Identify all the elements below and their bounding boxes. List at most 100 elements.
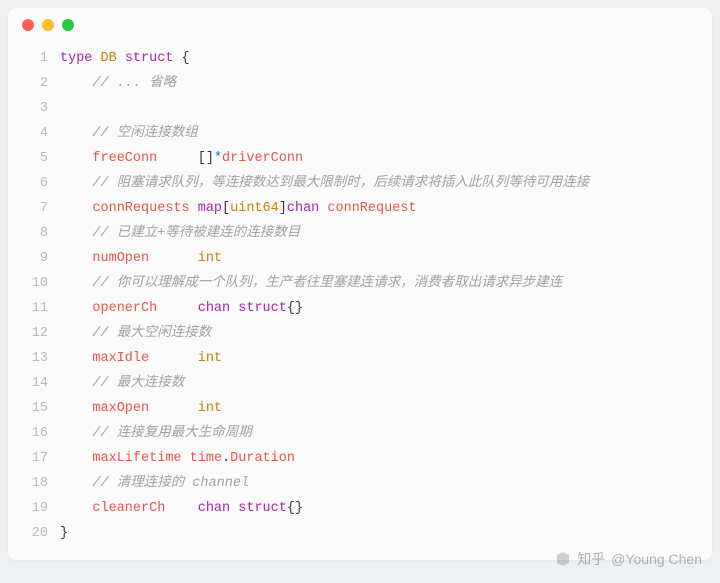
token-star: * [214, 151, 222, 166]
token-ident: connRequests [92, 201, 189, 216]
token-plain [60, 276, 92, 291]
window-titlebar [8, 8, 712, 42]
code-line: 17 maxLifetime time.Duration [8, 446, 712, 471]
token-ident: freeConn [92, 151, 157, 166]
token-plain [60, 376, 92, 391]
token-plain [117, 51, 125, 66]
token-plain [190, 201, 198, 216]
line-content: maxOpen int [60, 396, 712, 421]
line-number: 10 [8, 271, 60, 296]
token-plain [60, 326, 92, 341]
token-comment: // 你可以理解成一个队列，生产者往里塞建连请求，消费者取出请求异步建连 [92, 276, 562, 291]
line-content: openerCh chan struct{} [60, 296, 712, 321]
token-ident: cleanerCh [92, 501, 165, 516]
token-ident: time [190, 451, 222, 466]
token-plain: [] [157, 151, 214, 166]
token-plain [149, 251, 198, 266]
line-number: 14 [8, 371, 60, 396]
zoom-icon[interactable] [62, 19, 74, 31]
code-line: 11 openerCh chan struct{} [8, 296, 712, 321]
code-line: 14 // 最大连接数 [8, 371, 712, 396]
line-number: 18 [8, 471, 60, 496]
line-number: 8 [8, 221, 60, 246]
token-plain [60, 201, 92, 216]
token-plain [149, 401, 198, 416]
token-brace: {} [287, 301, 303, 316]
line-number: 9 [8, 246, 60, 271]
line-content: cleanerCh chan struct{} [60, 496, 712, 521]
token-plain [149, 351, 198, 366]
line-content: maxLifetime time.Duration [60, 446, 712, 471]
line-content: freeConn []*driverConn [60, 146, 712, 171]
line-number: 15 [8, 396, 60, 421]
token-keyword: chan [198, 501, 230, 516]
close-icon[interactable] [22, 19, 34, 31]
token-plain [60, 176, 92, 191]
code-line: 3 [8, 96, 712, 121]
token-typename: int [198, 401, 222, 416]
token-brace: {} [287, 501, 303, 516]
line-content: // 最大空闲连接数 [60, 321, 712, 346]
code-line: 5 freeConn []*driverConn [8, 146, 712, 171]
line-number: 19 [8, 496, 60, 521]
line-content [60, 96, 712, 121]
line-content: // 阻塞请求队列，等连接数达到最大限制时，后续请求将插入此队列等待可用连接 [60, 171, 712, 196]
token-plain [60, 501, 92, 516]
token-plain [60, 126, 92, 141]
token-comment: // 清理连接的 channel [92, 476, 249, 491]
token-typename: int [198, 251, 222, 266]
line-number: 17 [8, 446, 60, 471]
line-content: // ... 省略 [60, 71, 712, 96]
token-keyword: struct [238, 301, 287, 316]
token-plain [60, 426, 92, 441]
token-plain [60, 351, 92, 366]
token-plain [60, 401, 92, 416]
code-line: 1type DB struct { [8, 46, 712, 71]
line-content: // 你可以理解成一个队列，生产者往里塞建连请求，消费者取出请求异步建连 [60, 271, 712, 296]
line-number: 1 [8, 46, 60, 71]
token-ident: maxIdle [92, 351, 149, 366]
line-number: 6 [8, 171, 60, 196]
line-number: 11 [8, 296, 60, 321]
line-number: 20 [8, 521, 60, 546]
token-ident: maxLifetime [92, 451, 181, 466]
token-plain [157, 301, 198, 316]
line-number: 3 [8, 96, 60, 121]
code-block: 1type DB struct {2 // ... 省略34 // 空闲连接数组… [8, 42, 712, 552]
code-line: 4 // 空闲连接数组 [8, 121, 712, 146]
line-content: } [60, 521, 712, 546]
token-plain [60, 76, 92, 91]
token-plain [60, 151, 92, 166]
line-content: // 空闲连接数组 [60, 121, 712, 146]
line-content: type DB struct { [60, 46, 712, 71]
token-plain [60, 451, 92, 466]
token-plain: . [222, 451, 230, 466]
token-ident: maxOpen [92, 401, 149, 416]
minimize-icon[interactable] [42, 19, 54, 31]
token-comment: // 连接复用最大生命周期 [92, 426, 251, 441]
line-number: 4 [8, 121, 60, 146]
token-comment: // 空闲连接数组 [92, 126, 197, 141]
code-line: 6 // 阻塞请求队列，等连接数达到最大限制时，后续请求将插入此队列等待可用连接 [8, 171, 712, 196]
line-number: 7 [8, 196, 60, 221]
token-punct: [ [222, 201, 230, 216]
line-number: 12 [8, 321, 60, 346]
code-line: 2 // ... 省略 [8, 71, 712, 96]
token-typename: DB [101, 51, 117, 66]
token-plain [60, 251, 92, 266]
code-window: 1type DB struct {2 // ... 省略34 // 空闲连接数组… [8, 8, 712, 560]
token-plain [173, 51, 181, 66]
token-keyword: chan [198, 301, 230, 316]
token-brace: { [182, 51, 190, 66]
token-comment: // 阻塞请求队列，等连接数达到最大限制时，后续请求将插入此队列等待可用连接 [92, 176, 589, 191]
token-typename: uint64 [230, 201, 279, 216]
line-content: numOpen int [60, 246, 712, 271]
token-brace: } [60, 526, 68, 541]
line-content: // 最大连接数 [60, 371, 712, 396]
token-ident: numOpen [92, 251, 149, 266]
token-plain [60, 301, 92, 316]
code-line: 8 // 已建立+等待被建连的连接数目 [8, 221, 712, 246]
code-line: 12 // 最大空闲连接数 [8, 321, 712, 346]
token-keyword: struct [125, 51, 174, 66]
line-content: // 清理连接的 channel [60, 471, 712, 496]
